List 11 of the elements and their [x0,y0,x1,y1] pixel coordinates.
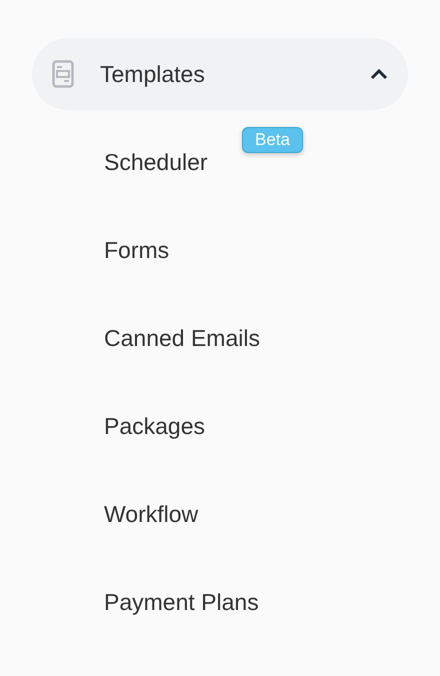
menu-item[interactable]: Forms [104,236,170,264]
menu-item[interactable]: Payment Plans [104,588,259,616]
menu-item[interactable]: Workflow [104,500,198,528]
beta-badge: Beta [242,127,303,153]
menu-item[interactable]: Packages [104,412,206,440]
document-icon [52,60,74,88]
chevron-up-icon [370,68,388,80]
menu-item[interactable]: Canned Emails [104,324,260,352]
menu-item[interactable]: Scheduler [104,148,208,176]
section-title: Templates [100,60,206,88]
templates-header[interactable]: Templates [32,38,408,110]
